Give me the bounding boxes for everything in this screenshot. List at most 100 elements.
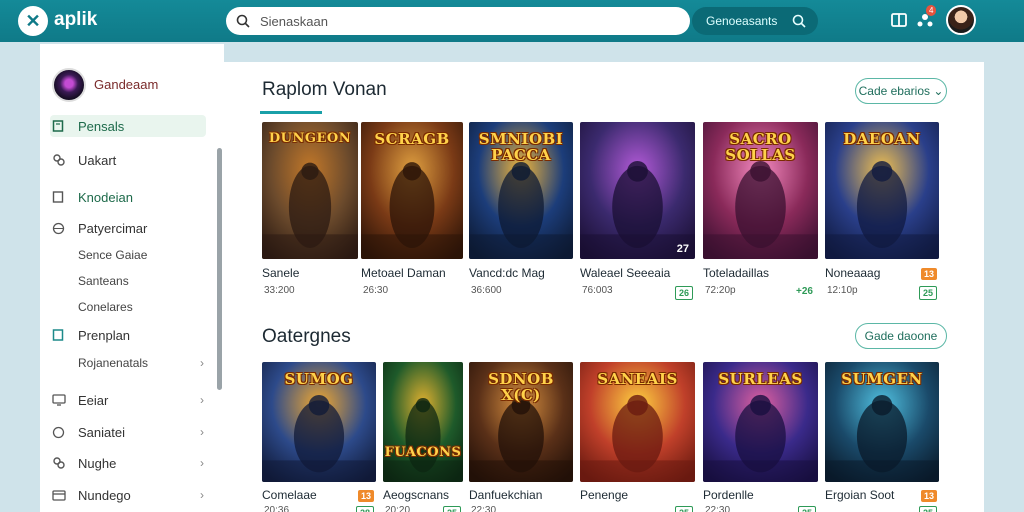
game-title[interactable]: Noneaaag <box>825 266 880 280</box>
game-title[interactable]: Aeogscnans <box>383 488 449 502</box>
game-card[interactable]: DAEOAN Noneaaag 12:10p 13 25 <box>825 122 939 307</box>
game-thumbnail[interactable]: SANEAIS <box>580 362 695 482</box>
game-meta: 33:200 <box>264 285 295 296</box>
globe-icon <box>50 426 72 439</box>
rating-badge: 25 <box>797 506 816 512</box>
book-icon[interactable] <box>890 11 908 29</box>
globe-icon <box>50 222 72 235</box>
sidebar-item-patyercimar[interactable]: Patyercimar <box>50 217 206 239</box>
notification-badge: 4 <box>926 5 937 16</box>
game-title[interactable]: Sanele <box>262 266 299 280</box>
search-button[interactable]: Genoeasants <box>692 7 818 35</box>
rating-badge: 13 <box>920 490 937 502</box>
game-thumbnail[interactable]: FUACONS <box>383 362 463 482</box>
game-title[interactable]: Comelaae <box>262 488 317 502</box>
rating-badge: 25 <box>442 506 461 512</box>
game-card[interactable]: SCRAGB Metoael Daman 26:30 <box>361 122 463 307</box>
sidebar-item-nundego[interactable]: Nundego › <box>50 484 206 506</box>
game-logo-text: SCRAGB <box>374 130 450 148</box>
sidebar-item-label: Rojanenatals <box>78 356 149 370</box>
game-thumbnail[interactable]: 27 <box>580 122 695 259</box>
sidebar-scrollbar[interactable] <box>217 148 222 390</box>
tablet-icon <box>50 120 72 132</box>
game-thumbnail[interactable]: SUMGEN <box>825 362 939 482</box>
profile-name[interactable]: Gandeaam <box>94 77 158 92</box>
game-title[interactable]: Vancd:dc Mag <box>469 266 545 280</box>
card-icon <box>50 489 72 501</box>
game-thumbnail[interactable]: SURLEAS <box>703 362 818 482</box>
rating-badge: 28 <box>355 506 374 512</box>
game-logo-text: DUNGEON <box>268 131 352 146</box>
sidebar-item-label: Nundego <box>78 487 131 503</box>
sidebar-item-pensals[interactable]: Pensals <box>50 115 206 137</box>
rating-badge: 13 <box>920 268 937 280</box>
rating-badge: 25 <box>918 506 937 512</box>
game-card[interactable]: SURLEAS Pordenlle 22:30 25 <box>703 362 818 512</box>
monitor-icon <box>50 394 72 406</box>
sidebar-subitem[interactable]: Santeans <box>50 270 206 292</box>
search-icon <box>236 14 250 28</box>
section-view-button[interactable]: Gade daoone <box>855 323 947 349</box>
game-card[interactable]: DUNGEON Sanele 33:200 <box>262 122 358 307</box>
game-logo-text: DAEOAN <box>843 130 921 148</box>
sidebar-item-label: Eeiar <box>78 392 109 408</box>
search-input[interactable] <box>260 13 660 29</box>
game-title[interactable]: Pordenlle <box>703 488 754 502</box>
rating-badge: 13 <box>357 490 374 502</box>
game-logo-text: SUMOG <box>284 370 354 388</box>
game-title[interactable]: Ergoian Soot <box>825 488 894 502</box>
game-thumbnail[interactable]: DAEOAN <box>825 122 939 259</box>
sidebar-item-uakart[interactable]: Uakart <box>50 149 206 171</box>
game-title[interactable]: Penenge <box>580 488 628 502</box>
game-thumbnail[interactable]: SACRO SOLLAS <box>703 122 818 259</box>
game-logo-text: FUACONS <box>384 445 462 460</box>
sidebar-item-label: Pensals <box>78 118 125 134</box>
sidebar-item-eeiar[interactable]: Eeiar › <box>50 389 206 411</box>
sidebar-item-label: Sence Gaiae <box>78 248 148 262</box>
sidebar-item-prenplan[interactable]: Prenplan <box>50 324 206 346</box>
game-title[interactable]: Toteladaillas <box>703 266 769 280</box>
game-card[interactable]: SACRO SOLLAS Toteladaillas 72:20p +26 <box>703 122 818 307</box>
game-card[interactable]: FUACONS Aeogscnans 20:20 25 <box>383 362 463 512</box>
link-icon <box>50 456 72 470</box>
profile-avatar[interactable] <box>52 68 86 102</box>
sidebar-subitem[interactable]: Sence Gaiae <box>50 244 206 266</box>
game-meta: 26:30 <box>363 285 389 296</box>
link-icon <box>50 153 72 167</box>
game-thumbnail[interactable]: SCRAGB <box>361 122 463 259</box>
game-card[interactable]: 27 Waleael Seeeaia 76:003 26 <box>580 122 695 307</box>
sidebar-item-label: Saniatei <box>78 424 125 440</box>
game-card[interactable]: SUMOG Comelaae 20:36 13 28 <box>262 362 376 512</box>
rating-badge: 25 <box>674 506 693 512</box>
sidebar-item-label: Prenplan <box>78 327 131 343</box>
game-card[interactable]: SMNIOBI PACCA Vancd:dc Mag 36:600 <box>469 122 573 307</box>
search-bar <box>226 7 690 35</box>
game-thumbnail[interactable]: DUNGEON <box>262 122 358 259</box>
game-thumbnail[interactable]: SMNIOBI PACCA <box>469 122 573 259</box>
sidebar-subitem[interactable]: Rojanenatals › <box>50 352 206 374</box>
game-meta: 20:20 <box>385 505 411 512</box>
game-thumbnail[interactable]: SUMOG <box>262 362 376 482</box>
game-title[interactable]: Metoael Daman <box>361 266 446 280</box>
game-card[interactable]: SUMGEN Ergoian Soot 13 25 <box>825 362 939 512</box>
sidebar-item-knodeian[interactable]: Knodeian <box>50 186 206 208</box>
game-meta: 22:30 <box>705 505 731 512</box>
sidebar-item-nughe[interactable]: Nughe › <box>50 452 206 474</box>
section-underline <box>260 111 322 114</box>
game-thumbnail[interactable]: SDNOB X(C) <box>469 362 573 482</box>
game-logo-text: SDNOB X(C) <box>488 370 554 404</box>
search-button-label: Genoeasants <box>706 14 778 28</box>
game-title[interactable]: Danfuekchian <box>469 488 542 502</box>
game-meta: 20:36 <box>264 505 290 512</box>
user-avatar[interactable] <box>946 5 976 35</box>
section-view-button[interactable]: Cade ebarios ⌄ <box>855 78 947 104</box>
game-card[interactable]: SDNOB X(C) Danfuekchian 22:30 <box>469 362 573 512</box>
sidebar-subitem[interactable]: Conelares <box>50 296 206 318</box>
game-title[interactable]: Waleael Seeeaia <box>580 266 670 280</box>
game-card[interactable]: SANEAIS Penenge 25 <box>580 362 695 512</box>
chevron-right-icon: › <box>200 393 204 407</box>
sidebar-item-saniatei[interactable]: Saniatei › <box>50 421 206 443</box>
game-logo-text: SUMGEN <box>841 370 923 388</box>
app-logo-icon[interactable]: ✕ <box>18 6 48 36</box>
app-brand: aplik <box>54 9 98 30</box>
